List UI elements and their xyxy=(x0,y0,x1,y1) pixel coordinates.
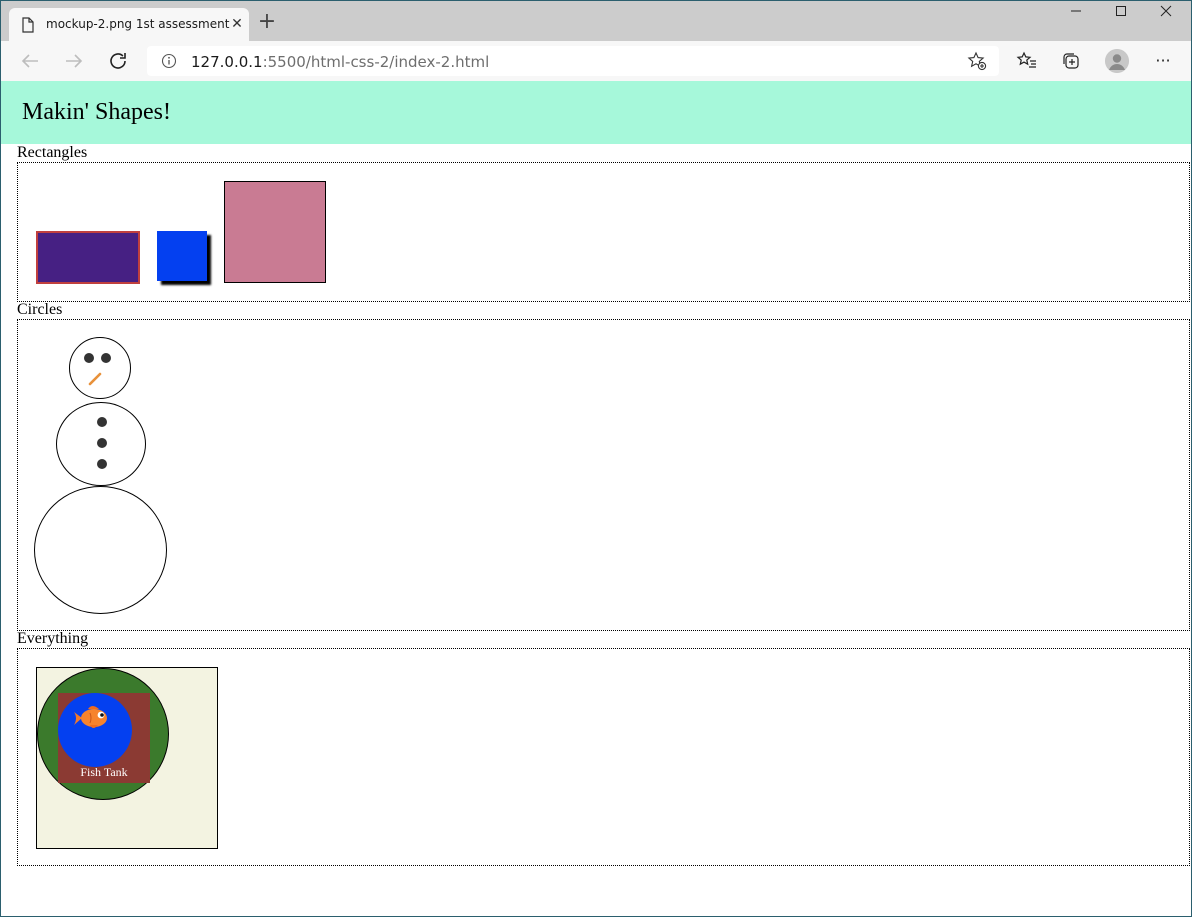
snowman-base xyxy=(34,486,167,614)
rectangles-section xyxy=(17,162,1190,302)
fish-tank-circle: Fish Tank xyxy=(37,668,169,800)
info-icon[interactable] xyxy=(161,53,177,69)
section-label-everything: Everything xyxy=(17,630,89,647)
fish-tank-water xyxy=(58,693,132,767)
more-options-icon[interactable]: ··· xyxy=(1151,49,1175,73)
circles-section xyxy=(17,319,1190,631)
close-window-icon[interactable] xyxy=(1151,5,1181,27)
browser-window: mockup-2.png 1st assessment ✕ + 127.0.0.… xyxy=(1,1,1191,916)
browser-tab[interactable]: mockup-2.png 1st assessment ✕ xyxy=(9,8,249,41)
page-title: Makin' Shapes! xyxy=(22,99,171,125)
url-text[interactable]: 127.0.0.1:5500/html-css-2/index-2.html xyxy=(191,53,489,71)
snowman-eye-left xyxy=(84,353,94,363)
snowman-head xyxy=(69,337,131,399)
new-tab-button[interactable]: + xyxy=(256,11,278,33)
purple-rectangle xyxy=(36,231,140,284)
everything-section: Fish Tank xyxy=(17,648,1190,866)
snowman-carrot-nose xyxy=(88,372,102,386)
refresh-icon[interactable] xyxy=(106,49,130,73)
address-bar[interactable]: 127.0.0.1:5500/html-css-2/index-2.html xyxy=(147,46,999,76)
browser-toolbar: 127.0.0.1:5500/html-css-2/index-2.html ·… xyxy=(1,41,1191,81)
minimize-icon[interactable] xyxy=(1061,5,1091,27)
section-label-circles: Circles xyxy=(17,301,63,318)
add-favorite-icon[interactable] xyxy=(967,51,987,71)
page-header: Makin' Shapes! xyxy=(1,81,1191,144)
snowman-eye-right xyxy=(101,353,111,363)
fish-tank-container: Fish Tank xyxy=(36,667,218,849)
fish-tank-label: Fish Tank xyxy=(80,765,128,779)
snowman-button xyxy=(97,459,107,469)
snowman-button xyxy=(97,417,107,427)
collections-icon[interactable] xyxy=(1060,50,1082,72)
url-path: :5500/html-css-2/index-2.html xyxy=(262,53,490,71)
forward-arrow-icon[interactable] xyxy=(62,49,86,73)
profile-avatar[interactable] xyxy=(1105,49,1129,73)
url-host: 127.0.0.1 xyxy=(191,53,263,71)
snowman-body xyxy=(56,402,146,486)
favorites-icon[interactable] xyxy=(1016,50,1038,72)
maximize-icon[interactable] xyxy=(1106,5,1136,27)
back-arrow-icon[interactable] xyxy=(18,49,42,73)
section-label-rectangles: Rectangles xyxy=(17,144,88,161)
fish-tank-box: Fish Tank xyxy=(58,693,150,783)
snowman-button xyxy=(97,438,107,448)
goldfish-icon xyxy=(74,706,107,728)
blue-square xyxy=(157,231,207,281)
page-icon xyxy=(22,17,34,33)
tab-title: mockup-2.png 1st assessment xyxy=(46,17,230,31)
page-content: Makin' Shapes! Rectangles Circles Everyt… xyxy=(1,81,1191,916)
close-tab-icon[interactable]: ✕ xyxy=(229,16,245,32)
tab-strip: mockup-2.png 1st assessment ✕ + xyxy=(1,1,1191,41)
pink-square xyxy=(224,181,326,283)
